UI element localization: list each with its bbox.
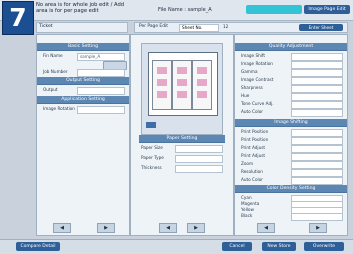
left-next-button[interactable]: ▶ [97, 223, 115, 233]
shift-row-value[interactable] [291, 129, 343, 137]
shift-row-label: Print Adjust [241, 145, 266, 150]
fin-name-field[interactable]: sample_A [77, 53, 125, 61]
image-shifting-header: Image Shifting [235, 119, 347, 127]
basic-setting-header: Basic Setting [37, 43, 129, 51]
per-page-edit-label: Per Page Edit [139, 24, 168, 29]
new-store-button[interactable]: New Store [262, 242, 296, 251]
screen: No area is for whole job edit / Add area… [0, 0, 353, 254]
mode-message: No area is for whole job edit / Add area… [36, 2, 125, 15]
quality-row-label: Gamma [241, 69, 258, 74]
shift-row-value[interactable] [291, 153, 343, 161]
file-name: File Name : sample_A [158, 7, 212, 13]
quality-row-value[interactable] [291, 69, 343, 77]
quality-row-label: Image Contrast [241, 77, 274, 82]
shift-row-label: Resolution [241, 169, 263, 174]
quality-row-label: Hue [241, 93, 250, 98]
ticket-header: Ticket [36, 22, 128, 33]
color-row-value[interactable] [291, 213, 343, 221]
paper-size-label: Paper Size [141, 145, 163, 150]
center-next-button[interactable]: ▶ [187, 223, 205, 233]
thickness-label: Thickness [141, 165, 162, 170]
quality-row-label: Tone Curve Adj. [241, 101, 274, 106]
shift-row-label: Print Position [241, 129, 269, 134]
paper-setting-header: Paper Setting [139, 135, 225, 143]
page-preview [141, 43, 223, 135]
enter-sheet-button[interactable]: Enter Sheet [299, 24, 343, 31]
quality-row-value[interactable] [291, 101, 343, 109]
paper-type-label: Paper Type [141, 155, 164, 160]
quality-adjustment-header: Quality Adjustment [235, 43, 347, 51]
center-prev-button[interactable]: ◀ [159, 223, 177, 233]
overwrite-button[interactable]: Overwrite [304, 242, 344, 251]
application-setting-header: Application Setting [37, 96, 129, 104]
adjustment-panel: Quality Adjustment Image Shift Image Rota… [234, 34, 348, 236]
per-page-edit-row: Per Page Edit Sheet No. 12 Enter Sheet [134, 22, 348, 33]
sheet-no-field[interactable]: Sheet No. [179, 24, 219, 32]
preview-indicator [146, 122, 156, 128]
top-bar: No area is for whole job edit / Add area… [0, 0, 353, 21]
quality-row-label: Image Shift [241, 53, 265, 58]
quality-row-value[interactable] [291, 77, 343, 85]
quality-row-value[interactable] [291, 93, 343, 101]
shift-row-label: Print Adjust [241, 153, 266, 158]
quality-row-value[interactable] [291, 53, 343, 61]
image-rotation-label: Image Rotation [43, 106, 75, 111]
cancel-button[interactable]: Cancel [222, 242, 252, 251]
shift-row-value[interactable] [291, 169, 343, 177]
fin-name-label: Fin Name [43, 53, 63, 58]
quality-row-value[interactable] [291, 61, 343, 69]
tab-whole-job[interactable] [246, 5, 302, 14]
step-number: 7 [2, 1, 34, 35]
shift-row-label: Zoom [241, 161, 254, 166]
image-rotation-field[interactable] [77, 106, 125, 114]
quality-row-label: Image Rotation [241, 61, 273, 66]
page-thumb-2[interactable] [172, 60, 192, 110]
quality-row-value[interactable] [291, 85, 343, 93]
shift-row-label: Print Position [241, 137, 269, 142]
quality-row-label: Sharpness [241, 85, 263, 90]
quality-row-label: Auto Color [241, 109, 263, 114]
color-row-label: Black [241, 213, 253, 218]
sheet-number: 12 [223, 24, 229, 29]
color-density-header: Color Density Setting [235, 185, 347, 193]
tab-image-page-edit[interactable]: Image Page Edit [304, 5, 350, 14]
quality-row-value[interactable] [291, 109, 343, 117]
preview-panel: Paper Setting Paper Size Paper Type Thic… [130, 34, 234, 236]
ticket-panel: Basic Setting Fin Name sample_A Job Numb… [36, 34, 130, 236]
thickness-field[interactable] [175, 165, 223, 173]
output-setting-header: Output Setting [37, 77, 129, 85]
job-number-field[interactable] [77, 69, 125, 77]
output-field[interactable] [77, 87, 125, 95]
shift-row-value[interactable] [291, 177, 343, 185]
right-prev-button[interactable]: ◀ [257, 223, 275, 233]
paper-size-field[interactable] [175, 145, 223, 153]
shift-row-value[interactable] [291, 161, 343, 169]
shift-row-value[interactable] [291, 145, 343, 153]
shift-row-label: Auto Color [241, 177, 263, 182]
shift-row-value[interactable] [291, 137, 343, 145]
output-label: Output [43, 87, 58, 92]
page-thumb-1[interactable] [152, 60, 172, 110]
right-next-button[interactable]: ▶ [309, 223, 327, 233]
job-number-label: Job Number [43, 69, 68, 74]
compare-detail-button[interactable]: Compare Detail [16, 242, 60, 251]
bottom-bar: Compare Detail Cancel New Store Overwrit… [0, 239, 353, 254]
page-thumb-3[interactable] [192, 60, 212, 110]
left-prev-button[interactable]: ◀ [53, 223, 71, 233]
ticket-title: Ticket [39, 24, 53, 29]
paper-type-field[interactable] [175, 155, 223, 163]
